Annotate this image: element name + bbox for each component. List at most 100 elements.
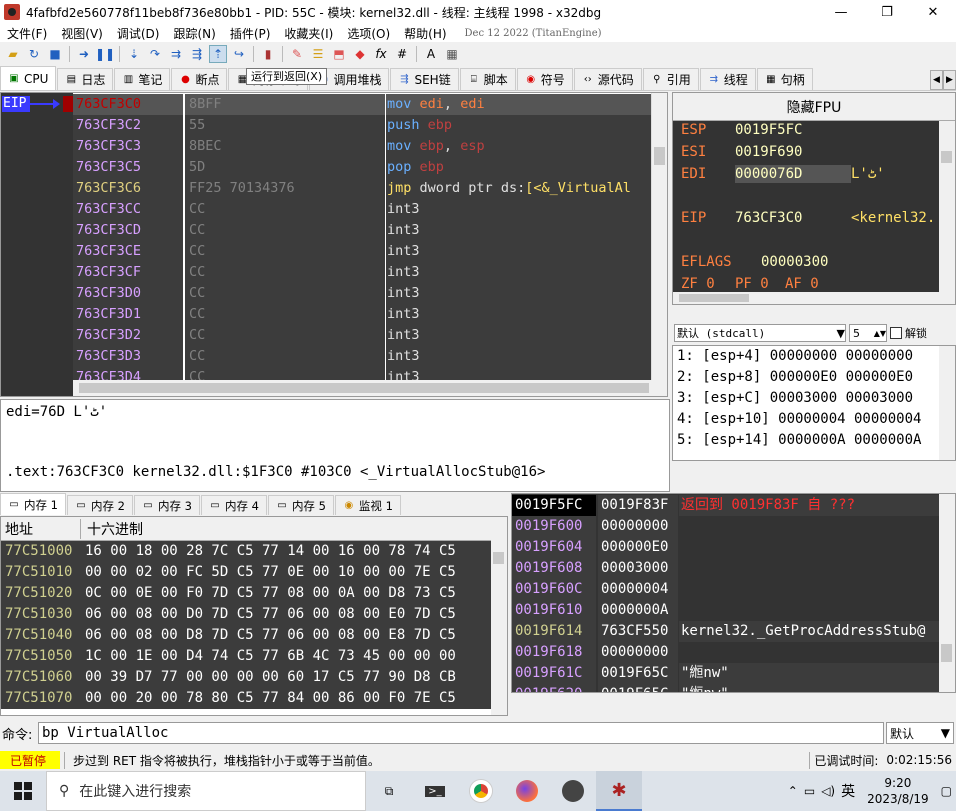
stack-hscroll[interactable] (511, 693, 956, 715)
pause-icon[interactable]: ❚❚ (95, 45, 115, 63)
taskbar-search[interactable]: ⚲ 在此键入进行搜索 (46, 771, 366, 811)
stack-row[interactable]: 0019F608 00003000 (512, 558, 942, 579)
step-over-icon[interactable]: ↷ (146, 45, 164, 63)
tab-dump-2[interactable]: ▭ 内存 2 (66, 495, 133, 515)
tab-script[interactable]: ⌸ 脚本 (459, 68, 516, 90)
tab-source[interactable]: ‹› 源代码 (573, 68, 642, 90)
menu-favourites[interactable]: 收藏夹(I) (277, 25, 340, 42)
start-button[interactable] (0, 771, 46, 811)
menu-debug[interactable]: 调试(D) (110, 25, 167, 42)
memory-dump[interactable]: 地址 十六进制 77C51000 16 00 18 00 28 7C C5 77 … (0, 516, 508, 716)
taskbar-app-firefox[interactable] (504, 771, 550, 811)
arguments-panel[interactable]: 1: [esp+4] 00000000 00000000 2: [esp+8] … (672, 345, 956, 461)
calling-convention-select[interactable]: 默认 (stdcall) ▼ (674, 324, 846, 342)
close-button[interactable]: ✕ (910, 0, 956, 24)
registers-hscroll[interactable] (673, 292, 941, 304)
disasm-row[interactable]: 763CF3D3 CC int3 (73, 346, 656, 367)
tab-dump-3[interactable]: ▭ 内存 3 (133, 495, 200, 515)
menu-options[interactable]: 选项(O) (340, 25, 397, 42)
disasm-row[interactable]: 763CF3CE CC int3 (73, 241, 656, 262)
disasm-row[interactable]: 763CF3C2 55 push ebp (73, 115, 656, 136)
breakpoint-marker[interactable] (63, 96, 73, 112)
tab-handles[interactable]: ▦ 句柄 (756, 68, 813, 90)
arg-row[interactable]: 4: [esp+10] 00000004 00000004 (673, 409, 955, 430)
ime-indicator[interactable]: 英 (841, 781, 855, 801)
task-view-button[interactable]: ⧉ (366, 771, 412, 811)
tab-threads[interactable]: ⇉ 线程 (699, 68, 756, 90)
arg-row[interactable]: 1: [esp+4] 00000000 00000000 (673, 346, 955, 367)
run-to-return-icon[interactable]: ⇡ (209, 45, 227, 63)
dump-row[interactable]: 77C51050 1C 00 1E 00 D4 74 C5 77 6B 4C 73… (1, 646, 507, 667)
disassembly-view[interactable]: EIP 763CF3C0 8BFF mov edi, edi 763CF3C2 55 pu… (0, 92, 668, 397)
col-address[interactable]: 地址 (1, 518, 81, 539)
disasm-row[interactable]: 763CF3C5 5D pop ebp (73, 157, 656, 178)
tab-symbols[interactable]: ◉ 符号 (516, 68, 573, 90)
menu-file[interactable]: 文件(F) (0, 25, 54, 42)
tab-scroll-left-icon[interactable]: ◀ (930, 70, 943, 90)
run-to-user-code-icon[interactable]: ↪ (230, 45, 248, 63)
tab-references[interactable]: ⚲ 引用 (642, 68, 699, 90)
tab-seh[interactable]: ⇶ SEH链 (390, 68, 459, 90)
dump-row[interactable]: 77C51000 16 00 18 00 28 7C C5 77 14 00 16… (1, 541, 507, 562)
stack-row[interactable]: 0019F61C 0019F65C "縆nw" (512, 663, 945, 684)
command-mode-select[interactable]: 默认 ▼ (886, 722, 954, 744)
stack-row[interactable]: 0019F600 00000000 (512, 516, 942, 537)
scroll-thumb[interactable] (941, 151, 952, 163)
disasm-row[interactable]: 763CF3CF CC int3 (73, 262, 656, 283)
stop-icon[interactable]: ■ (46, 45, 64, 63)
taskbar-app-chrome[interactable] (458, 771, 504, 811)
dump-row[interactable]: 77C51010 00 00 02 00 FC 5D C5 77 0E 00 10… (1, 562, 507, 583)
run-icon[interactable]: ➜ (75, 45, 93, 63)
registers-vscroll[interactable] (939, 121, 955, 304)
network-icon[interactable]: ▭ (804, 784, 815, 798)
register-line[interactable]: EFLAGS 00000300 (681, 253, 851, 271)
bookmarks-icon[interactable]: ◆ (351, 45, 369, 63)
scroll-thumb[interactable] (79, 383, 649, 393)
stack-row[interactable]: 0019F610 0000000A (512, 600, 942, 621)
comments-icon[interactable]: ☰ (309, 45, 327, 63)
registers-panel[interactable]: 隐藏FPU ESP 0019F5FC ESI 0019F690 EDI 0000076D L… (672, 92, 956, 305)
menu-view[interactable]: 视图(V) (54, 25, 110, 42)
stack-row[interactable]: 0019F604 000000E0 (512, 537, 942, 558)
disasm-row[interactable]: 763CF3D2 CC int3 (73, 325, 656, 346)
taskbar-app-terminal[interactable]: >_ (412, 771, 458, 811)
tab-cpu[interactable]: ▣ CPU (0, 66, 57, 90)
disasm-row[interactable]: 763CF3D1 CC int3 (73, 304, 656, 325)
trace-over-icon[interactable]: ⇶ (188, 45, 206, 63)
tab-scroll-right-icon[interactable]: ▶ (943, 70, 956, 90)
register-line[interactable]: EIP 763CF3C0 <kernel32. (681, 209, 935, 227)
chevron-up-icon[interactable]: ⌃ (788, 784, 798, 798)
scroll-thumb[interactable] (654, 147, 665, 165)
register-line[interactable] (681, 231, 851, 249)
tab-breakpoints[interactable]: ● 断点 (171, 68, 228, 90)
stack-row[interactable]: 0019F5FC 0019F83F 返回到 0019F83F 自 ??? (512, 495, 945, 516)
patch-icon[interactable]: ✎ (288, 45, 306, 63)
stack-row[interactable]: 0019F60C 00000004 (512, 579, 942, 600)
taskbar-app-generic[interactable] (550, 771, 596, 811)
dump-row[interactable]: 77C51040 06 00 08 00 D8 7D C5 77 06 00 08… (1, 625, 507, 646)
args-vscroll[interactable] (939, 346, 955, 460)
disasm-row[interactable]: 763CF3D0 CC int3 (73, 283, 656, 304)
disasm-row[interactable]: 763CF3C3 8BEC mov ebp, esp (73, 136, 656, 157)
tab-dump-1[interactable]: ▭ 内存 1 (0, 493, 66, 515)
stack-vscroll[interactable] (939, 494, 955, 692)
calculator-icon[interactable]: ▦ (443, 45, 461, 63)
register-line[interactable]: ESP 0019F5FC (681, 121, 851, 139)
arg-row[interactable]: 5: [esp+14] 0000000A 0000000A (673, 430, 955, 451)
volume-icon[interactable]: ◁) (821, 784, 835, 798)
dump-row[interactable]: 77C51020 0C 00 0E 00 F0 7D C5 77 08 00 0A… (1, 583, 507, 604)
stack-row[interactable]: 0019F6200019F65C"縆nw" (512, 684, 945, 692)
register-line[interactable]: ZF 0 PF 0 AF 0 (681, 275, 819, 293)
command-input[interactable] (38, 722, 884, 744)
register-line[interactable] (681, 187, 851, 205)
open-icon[interactable]: ▰ (4, 45, 22, 63)
scylla-icon[interactable]: ▮ (259, 45, 277, 63)
disasm-hscroll[interactable] (73, 380, 653, 396)
hash-icon[interactable]: # (393, 45, 411, 63)
stack-row[interactable]: 0019F618 00000000 (512, 642, 942, 663)
dump-row[interactable]: 77C51060 00 39 D7 77 00 00 00 00 60 17 C5… (1, 667, 507, 688)
tab-watch-1[interactable]: ◉ 监视 1 (334, 495, 401, 515)
trace-into-icon[interactable]: ⇉ (167, 45, 185, 63)
col-hex[interactable]: 十六进制 (81, 519, 143, 539)
dump-row[interactable]: 77C51070 00 00 20 00 78 80 C5 77 84 00 86… (1, 688, 507, 709)
